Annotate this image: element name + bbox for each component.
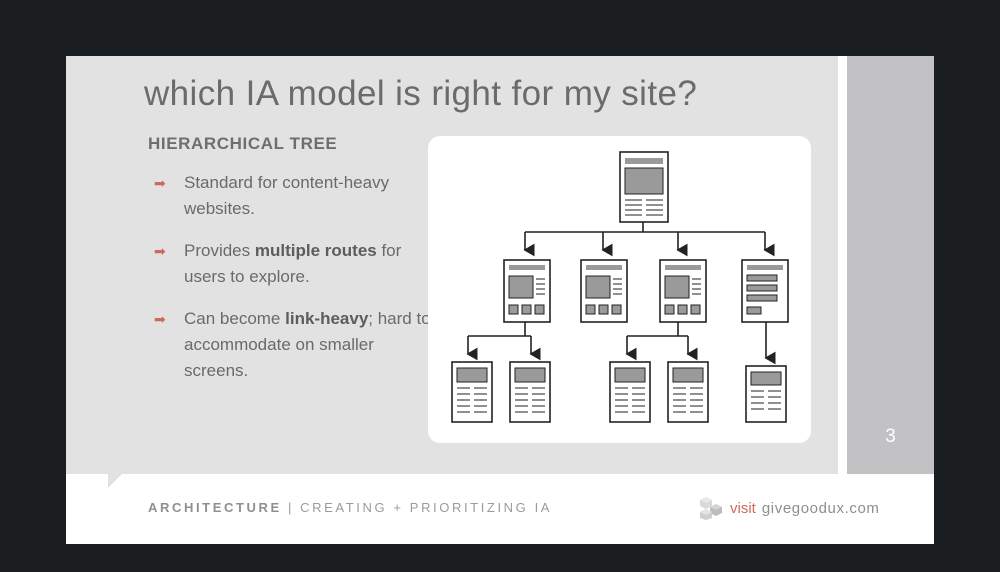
sitemap-tree-illustration xyxy=(451,151,789,423)
level3-page-wireframe xyxy=(667,361,709,423)
footer-separator: | xyxy=(281,500,301,515)
bullet-text: Standard for content-heavy websites. xyxy=(184,173,390,218)
footer-topic: CREATING + PRIORITIZING IA xyxy=(300,500,553,515)
footer-visit-label: visit xyxy=(730,499,756,517)
bullet-list: ➡ Standard for content-heavy websites. ➡… xyxy=(154,170,434,400)
bullet-item: ➡ Standard for content-heavy websites. xyxy=(154,170,434,222)
level3-page-wireframe xyxy=(451,361,493,423)
bullet-text: Provides xyxy=(184,241,255,260)
level2-form-page-wireframe xyxy=(741,259,789,323)
side-bar: 3 xyxy=(847,56,934,474)
slide-title: which IA model is right for my site? xyxy=(144,74,698,113)
footer-brand: visit givegoodux.com xyxy=(698,496,879,520)
level2-page-wireframe xyxy=(580,259,628,323)
cube-cluster-logo xyxy=(700,497,722,520)
bullet-item: ➡ Can become link-heavy; hard to accommo… xyxy=(154,306,434,384)
content-panel: which IA model is right for my site? HIE… xyxy=(66,56,838,474)
bullet-emphasis: multiple routes xyxy=(254,241,377,260)
page-number: 3 xyxy=(885,426,896,447)
footer-domain: givegoodux.com xyxy=(761,499,880,517)
panel-notch xyxy=(108,474,122,488)
level3-page-wireframe xyxy=(745,365,787,423)
root-page-wireframe xyxy=(619,151,669,223)
level3-page-wireframe xyxy=(509,361,551,423)
footer-section: ARCHITECTURE xyxy=(148,500,282,515)
bullet-emphasis: link-heavy xyxy=(285,309,369,328)
level2-page-wireframe xyxy=(659,259,707,323)
right-arrow-icon: ➡ xyxy=(154,243,166,259)
level3-page-wireframe xyxy=(609,361,651,423)
level2-page-wireframe xyxy=(503,259,551,323)
footer-breadcrumb: ARCHITECTURE | CREATING + PRIORITIZING I… xyxy=(148,500,552,515)
slide-subtitle: HIERARCHICAL TREE xyxy=(148,134,338,153)
bullet-item: ➡ Provides multiple routes for users to … xyxy=(154,238,434,290)
hierarchy-diagram xyxy=(428,136,811,443)
slide: which IA model is right for my site? HIE… xyxy=(66,56,934,544)
right-arrow-icon: ➡ xyxy=(154,175,166,191)
bullet-text: Can become xyxy=(184,309,286,328)
right-arrow-icon: ➡ xyxy=(154,311,166,327)
